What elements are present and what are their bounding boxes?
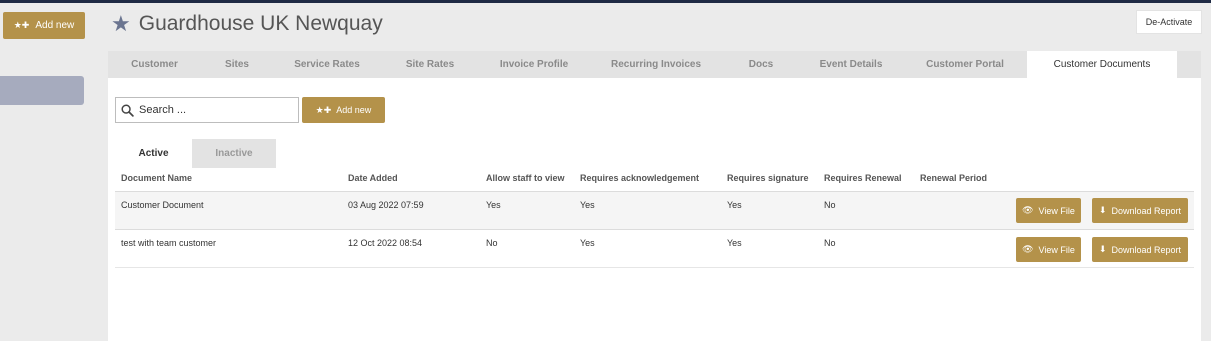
table-row: test with team customer 12 Oct 2022 08:5… [115, 229, 1194, 268]
star-plus-icon: ★✚ [13, 20, 30, 30]
eye-icon: 👁 [1022, 205, 1034, 215]
download-report-label: Download Report [1111, 244, 1182, 255]
tab-recurring-invoices[interactable]: Recurring Invoices [589, 51, 723, 78]
tab-invoice-profile[interactable]: Invoice Profile [479, 51, 589, 78]
subtab-active[interactable]: Active [115, 139, 192, 168]
column-header-document-name[interactable]: Document Name [121, 173, 192, 183]
customer-name: Guardhouse UK Newquay [138, 12, 383, 35]
deactivate-button[interactable]: De-Activate [1136, 10, 1202, 34]
view-file-button[interactable]: 👁 View File [1016, 198, 1081, 223]
download-report-label: Download Report [1111, 205, 1182, 216]
tab-sites[interactable]: Sites [201, 51, 273, 78]
download-icon: ⬇ [1098, 244, 1107, 254]
column-header-allow-staff[interactable]: Allow staff to view [486, 173, 565, 183]
download-report-button[interactable]: ⬇ Download Report [1092, 198, 1188, 223]
column-header-date-added[interactable]: Date Added [348, 173, 398, 183]
cell-requires-renewal: No [824, 238, 836, 248]
star-plus-icon: ★✚ [315, 104, 332, 115]
cell-requires-ack: Yes [580, 238, 595, 248]
cell-requires-signature: Yes [727, 238, 742, 248]
add-document-button[interactable]: ★✚ Add new [302, 97, 385, 123]
search-icon [121, 103, 134, 117]
cell-allow-staff: Yes [486, 200, 501, 210]
cell-document-name: Customer Document [121, 200, 204, 210]
tab-customer-documents[interactable]: Customer Documents [1027, 51, 1177, 78]
add-document-label: Add new [336, 105, 372, 115]
cell-document-name: test with team customer [121, 238, 217, 248]
subtab-inactive[interactable]: Inactive [192, 139, 276, 168]
download-report-button[interactable]: ⬇ Download Report [1092, 237, 1188, 262]
sidebar-add-new-button[interactable]: ★✚ Add new [3, 12, 85, 39]
cell-requires-renewal: No [824, 200, 836, 210]
cell-requires-signature: Yes [727, 200, 742, 210]
customer-tabs: Customer Sites Service Rates Site Rates … [108, 51, 1201, 78]
table-row: Customer Document 03 Aug 2022 07:59 Yes … [115, 191, 1194, 230]
top-bar [0, 0, 1211, 3]
view-file-label: View File [1038, 244, 1075, 255]
sidebar-add-new-label: Add new [35, 20, 75, 31]
download-icon: ⬇ [1098, 205, 1107, 215]
column-header-renewal-period[interactable]: Renewal Period [920, 173, 987, 183]
cell-allow-staff: No [486, 238, 498, 248]
column-header-requires-ack[interactable]: Requires acknowledgement [580, 173, 699, 183]
column-header-requires-renewal[interactable]: Requires Renewal [824, 173, 902, 183]
view-file-button[interactable]: 👁 View File [1016, 237, 1081, 262]
tab-customer-portal[interactable]: Customer Portal [903, 51, 1027, 78]
tab-docs[interactable]: Docs [723, 51, 799, 78]
tab-site-rates[interactable]: Site Rates [381, 51, 479, 78]
column-header-requires-signature[interactable]: Requires signature [727, 173, 809, 183]
cell-requires-ack: Yes [580, 200, 595, 210]
sidebar-active-item[interactable] [0, 76, 84, 105]
view-file-label: View File [1038, 205, 1075, 216]
tab-service-rates[interactable]: Service Rates [273, 51, 381, 78]
search-box[interactable] [115, 97, 299, 123]
sidebar: ★✚ Add new [0, 3, 90, 341]
tab-customer[interactable]: Customer [108, 51, 201, 78]
search-input[interactable] [139, 104, 289, 116]
cell-date-added: 03 Aug 2022 07:59 [348, 200, 424, 210]
star-icon[interactable]: ★ [111, 13, 131, 35]
cell-date-added: 12 Oct 2022 08:54 [348, 238, 423, 248]
page-title: ★ Guardhouse UK Newquay [111, 12, 383, 36]
eye-icon: 👁 [1022, 244, 1034, 254]
tab-event-details[interactable]: Event Details [799, 51, 903, 78]
